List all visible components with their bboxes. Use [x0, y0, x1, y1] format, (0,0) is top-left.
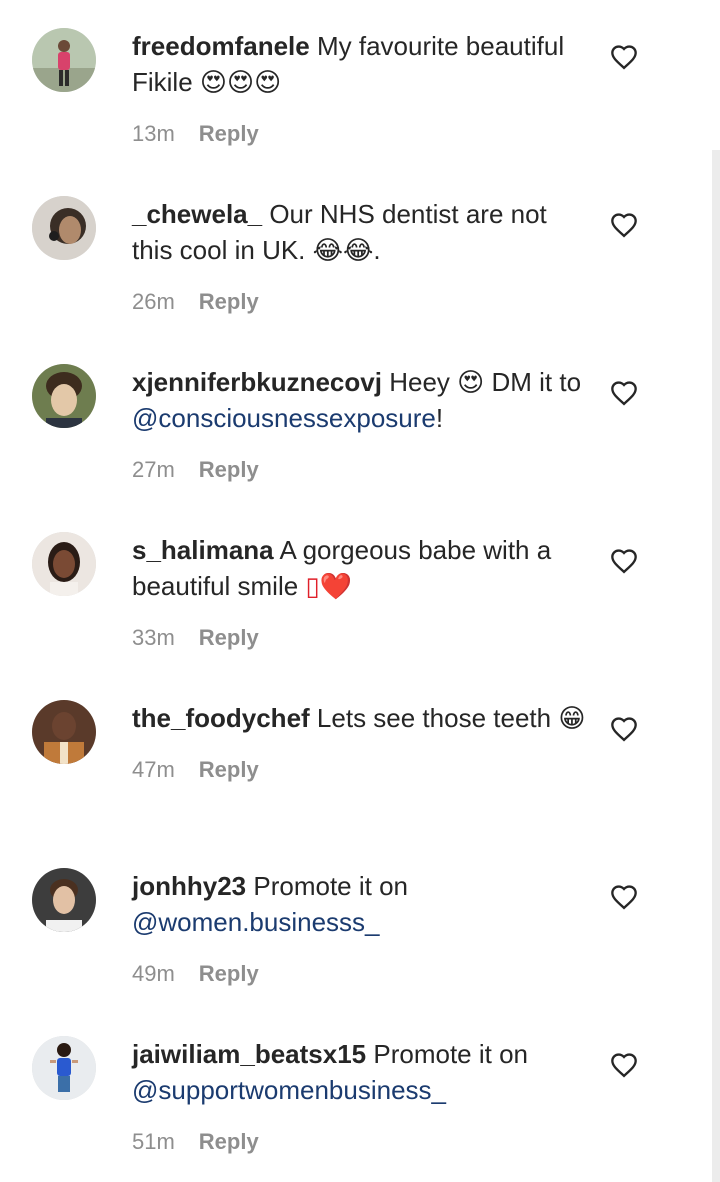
reply-button[interactable]: Reply: [199, 121, 259, 146]
comment-message: Promote it on: [373, 1039, 529, 1069]
comment-meta: 26m Reply: [132, 288, 592, 316]
heart-outline-icon: [611, 885, 637, 910]
comment-username[interactable]: freedomfanele: [132, 31, 310, 61]
avatar[interactable]: [32, 1036, 96, 1100]
heart-outline-icon: [611, 717, 637, 742]
comment-text: freedomfanele My favourite beautiful Fik…: [132, 28, 592, 100]
avatar[interactable]: [32, 532, 96, 596]
comment-message-mid: DM it to: [484, 367, 582, 397]
comment-text: _chewela_ Our NHS dentist are not this c…: [132, 196, 592, 268]
comment-item: jonhhy23 Promote it on @women.businesss_…: [0, 840, 712, 1008]
heart-outline-icon: [611, 549, 637, 574]
comment-username[interactable]: the_foodychef: [132, 703, 310, 733]
comment-username[interactable]: s_halimana: [132, 535, 274, 565]
comment-timestamp: 51m: [132, 1129, 175, 1154]
comment-item: freedomfanele My favourite beautiful Fik…: [0, 0, 712, 168]
comment-timestamp: 47m: [132, 757, 175, 782]
comment-message: Lets see those teeth: [316, 703, 559, 733]
comment-timestamp: 13m: [132, 121, 175, 146]
avatar-image: [32, 28, 96, 92]
comment-message-end: !: [435, 403, 444, 433]
reply-button[interactable]: Reply: [199, 757, 259, 782]
comment-meta: 51m Reply: [132, 1128, 592, 1156]
comment-emoji: 😍: [457, 368, 485, 398]
comment-item: the_foodychef Lets see those teeth 😁 47m…: [0, 672, 712, 840]
like-button[interactable]: [610, 44, 638, 72]
avatar-image: [32, 700, 96, 764]
avatar-image: [32, 532, 96, 596]
comment-text: s_halimana A gorgeous babe with a beauti…: [132, 532, 592, 604]
comment-timestamp: 49m: [132, 961, 175, 986]
heart-outline-icon: [611, 1053, 637, 1078]
comment-text: jonhhy23 Promote it on @women.businesss_: [132, 868, 592, 940]
comment-item: jaiwiliam_beatsx15 Promote it on @suppor…: [0, 1008, 712, 1176]
avatar[interactable]: [32, 364, 96, 428]
like-button[interactable]: [610, 716, 638, 744]
mention-link[interactable]: @supportwomenbusiness_: [132, 1075, 446, 1105]
comment-username[interactable]: jaiwiliam_beatsx15: [132, 1039, 366, 1069]
mention-link[interactable]: @consciousnessexposure: [132, 403, 436, 433]
reply-button[interactable]: Reply: [199, 625, 259, 650]
heart-outline-icon: [611, 213, 637, 238]
comment-timestamp: 26m: [132, 289, 175, 314]
reply-button[interactable]: Reply: [199, 961, 259, 986]
comment-message: Heey: [389, 367, 458, 397]
like-button[interactable]: [610, 1052, 638, 1080]
like-button[interactable]: [610, 884, 638, 912]
avatar-image: [32, 868, 96, 932]
like-button[interactable]: [610, 548, 638, 576]
heart-outline-icon: [611, 45, 637, 70]
comment-text: jaiwiliam_beatsx15 Promote it on @suppor…: [132, 1036, 592, 1108]
comment-username[interactable]: xjenniferbkuznecovj: [132, 367, 382, 397]
comment-text: the_foodychef Lets see those teeth 😁: [132, 700, 592, 736]
avatar-image: [32, 196, 96, 260]
comment-emoji: 😍😍😍: [199, 68, 282, 98]
scrollbar-track[interactable]: [712, 150, 720, 1182]
avatar-image: [32, 364, 96, 428]
comment-timestamp: 27m: [132, 457, 175, 482]
comment-message: Promote it on: [253, 871, 409, 901]
comment-emoji: 😂😂: [312, 236, 374, 266]
comment-message-end: .: [373, 235, 381, 265]
reply-button[interactable]: Reply: [199, 1129, 259, 1154]
reply-button[interactable]: Reply: [199, 457, 259, 482]
heart-outline-icon: [611, 381, 637, 406]
avatar[interactable]: [32, 700, 96, 764]
comment-meta: 27m Reply: [132, 456, 592, 484]
comment-meta: 33m Reply: [132, 624, 592, 652]
mention-link[interactable]: @women.businesss_: [132, 907, 380, 937]
comment-username[interactable]: jonhhy23: [132, 871, 246, 901]
reply-button[interactable]: Reply: [199, 289, 259, 314]
comment-meta: 13m Reply: [132, 120, 592, 148]
comment-emoji: ▯❤️: [305, 572, 353, 602]
comment-item: s_halimana A gorgeous babe with a beauti…: [0, 504, 712, 672]
comment-emoji: 😁: [558, 704, 586, 734]
like-button[interactable]: [610, 212, 638, 240]
comment-item: xjenniferbkuznecovj Heey 😍 DM it to @con…: [0, 336, 712, 504]
avatar[interactable]: [32, 28, 96, 92]
comment-timestamp: 33m: [132, 625, 175, 650]
avatar-image: [32, 1036, 96, 1100]
avatar[interactable]: [32, 868, 96, 932]
comment-meta: 49m Reply: [132, 960, 592, 988]
comment-text: xjenniferbkuznecovj Heey 😍 DM it to @con…: [132, 364, 592, 436]
avatar[interactable]: [32, 196, 96, 260]
comment-username[interactable]: _chewela_: [132, 199, 262, 229]
comment-meta: 47m Reply: [132, 756, 592, 784]
like-button[interactable]: [610, 380, 638, 408]
comment-item: _chewela_ Our NHS dentist are not this c…: [0, 168, 712, 336]
